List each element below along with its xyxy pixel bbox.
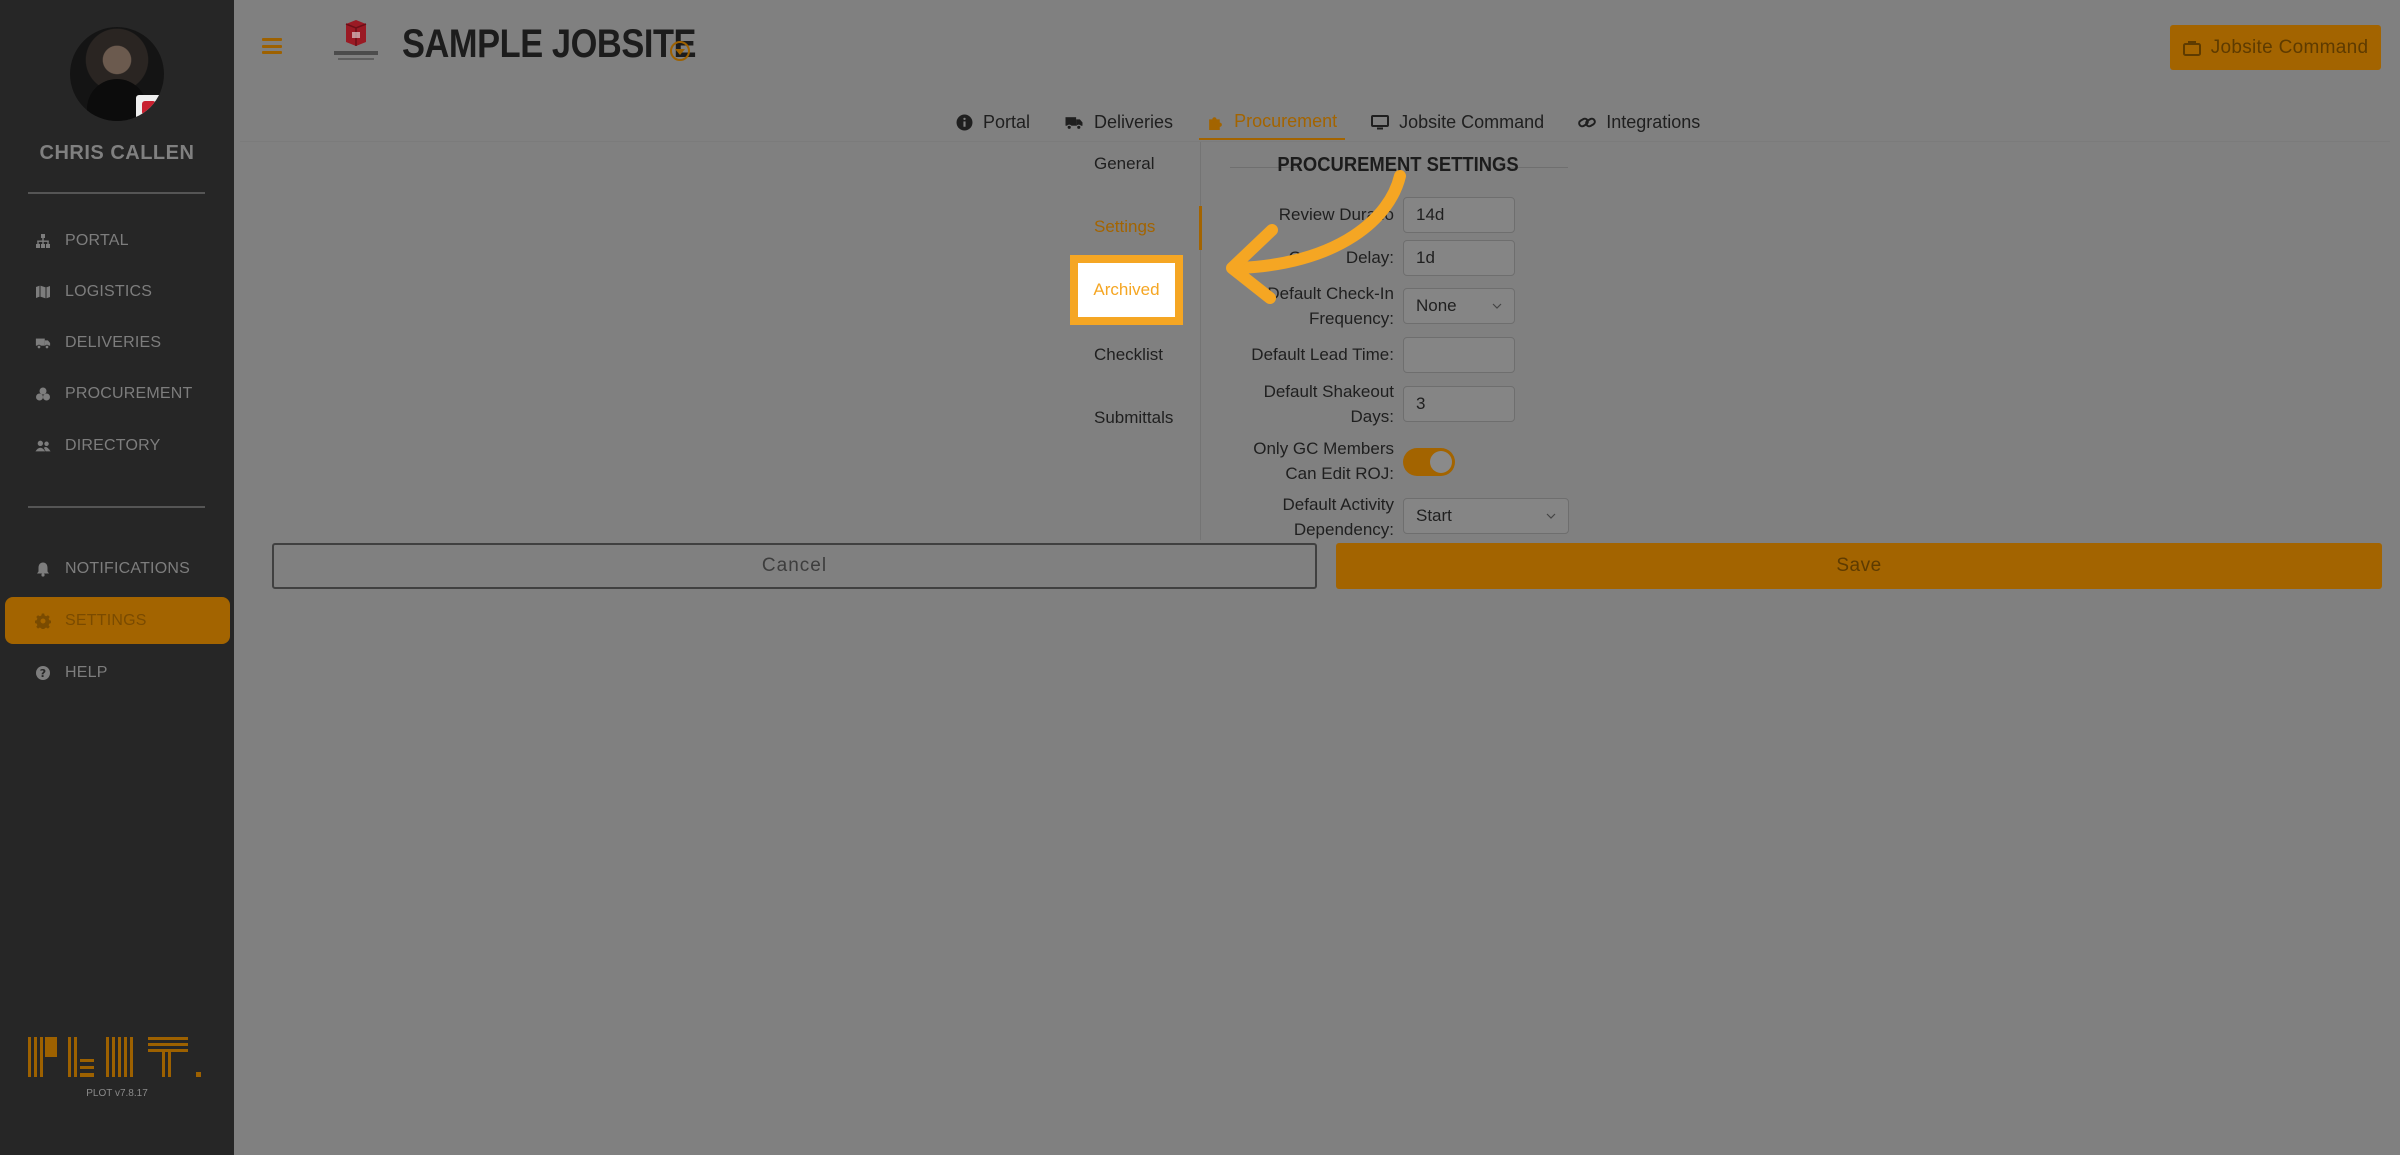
users-icon: [35, 438, 51, 454]
sitemap-icon: [35, 233, 51, 249]
company-badge-icon: [136, 95, 162, 121]
label-line: Dependency:: [1293, 520, 1394, 539]
gc-edit-roj-toggle[interactable]: [1403, 448, 1455, 476]
tab-label: Jobsite Command: [1399, 111, 1545, 132]
annotation-arrow-icon: [1226, 170, 1406, 304]
tabs-divider: [240, 141, 2390, 142]
tab-label: Deliveries: [1094, 111, 1174, 132]
subnav-divider: [1200, 142, 1201, 540]
sidebar-item-label: PORTAL: [65, 231, 129, 249]
gear-icon: [35, 613, 51, 629]
save-button[interactable]: Save: [1336, 543, 2382, 589]
sidebar-divider: [28, 506, 205, 508]
briefcase-icon: [2182, 40, 2201, 56]
sidebar-item-label: LOGISTICS: [65, 282, 153, 300]
sidebar-item-deliveries[interactable]: DELIVERIES: [5, 319, 230, 366]
hamburger-menu-icon[interactable]: [262, 38, 282, 54]
subnav-archived-label: Archived: [1093, 280, 1160, 299]
lead-time-label: Default Lead Time:: [1251, 345, 1394, 364]
subnav-submittals[interactable]: Submittals: [1094, 408, 1173, 428]
subnav-active-marker: [1199, 206, 1202, 250]
label-line: Default Shakeout: [1263, 382, 1394, 401]
label-line: Days:: [1350, 407, 1394, 426]
sidebar-item-procurement[interactable]: PROCUREMENT: [5, 370, 230, 417]
cancel-button[interactable]: Cancel: [272, 543, 1317, 589]
jobsite-dropdown-icon[interactable]: [670, 41, 690, 61]
map-icon: [35, 284, 51, 300]
tab-procurement[interactable]: Procurement: [1199, 104, 1346, 140]
subnav-settings[interactable]: Settings: [1094, 217, 1155, 237]
app-version: PLOT v7.8.17: [86, 1088, 148, 1099]
sidebar-item-logistics[interactable]: LOGISTICS: [5, 268, 230, 315]
sidebar-item-label: SETTINGS: [65, 611, 147, 629]
sidebar-item-label: PROCUREMENT: [65, 384, 193, 402]
select-value: None: [1416, 296, 1457, 315]
gc-edit-roj-label: Only GC Members Can Edit ROJ:: [1234, 436, 1394, 486]
shakeout-days-label: Default Shakeout Days:: [1234, 379, 1394, 429]
subnav-checklist[interactable]: Checklist: [1094, 345, 1163, 365]
sidebar: CHRIS CALLEN PORTAL LOGISTICS DELIVERIES…: [0, 0, 234, 1155]
truck-icon: [1064, 114, 1084, 131]
chevron-down-icon: [1546, 511, 1556, 521]
tab-label: Procurement: [1234, 110, 1338, 131]
subnav-general[interactable]: General: [1094, 154, 1154, 174]
sidebar-divider: [28, 192, 205, 194]
bell-icon: [35, 561, 51, 577]
label-line: Default Activity: [1282, 495, 1395, 514]
tab-integrations[interactable]: Integrations: [1570, 104, 1708, 140]
shakeout-days-input[interactable]: 3: [1403, 386, 1515, 422]
tab-jobsite-command[interactable]: Jobsite Command: [1363, 104, 1552, 140]
truck-icon: [35, 335, 51, 351]
tab-portal[interactable]: Portal: [948, 104, 1038, 140]
info-icon: [956, 114, 973, 131]
chevron-down-icon: [1492, 301, 1502, 311]
label-line: Only GC Members: [1253, 439, 1394, 458]
sidebar-item-portal[interactable]: PORTAL: [5, 217, 230, 264]
select-value: Start: [1416, 506, 1452, 525]
jobsite-command-label: Jobsite Command: [2210, 36, 2369, 58]
tab-deliveries[interactable]: Deliveries: [1056, 104, 1181, 140]
jobsite-command-button[interactable]: Jobsite Command: [2170, 25, 2381, 70]
svg-text:?: ?: [40, 667, 47, 680]
plot-logo-icon: [28, 1037, 201, 1077]
label-line: Can Edit ROJ:: [1285, 464, 1394, 483]
sidebar-item-label: DIRECTORY: [65, 436, 161, 454]
tab-label: Portal: [983, 111, 1031, 132]
subnav-archived[interactable]: Archived: [1070, 255, 1183, 325]
sidebar-item-directory[interactable]: DIRECTORY: [5, 422, 230, 469]
link-icon: [1578, 114, 1596, 131]
sidebar-item-label: HELP: [65, 663, 108, 681]
top-tabs: Portal Deliveries Procurement Jobsite Co…: [948, 104, 1726, 140]
page-title: SAMPLE JOBSITE: [402, 22, 697, 66]
sidebar-item-label: NOTIFICATIONS: [65, 559, 190, 577]
sidebar-item-settings[interactable]: SETTINGS: [5, 597, 230, 644]
label-line: Frequency:: [1308, 309, 1394, 328]
activity-dependency-select[interactable]: Start: [1403, 498, 1569, 534]
sidebar-item-label: DELIVERIES: [65, 333, 162, 351]
user-name: CHRIS CALLEN: [39, 142, 195, 164]
lead-time-input[interactable]: [1403, 337, 1515, 373]
puzzle-icon: [35, 386, 51, 402]
sidebar-item-help[interactable]: ? HELP: [5, 649, 230, 696]
question-icon: ?: [35, 665, 51, 681]
monitor-icon: [1371, 114, 1390, 131]
sidebar-item-notifications[interactable]: NOTIFICATIONS: [5, 545, 230, 592]
avatar[interactable]: [70, 27, 164, 121]
jobsite-logo-icon: [334, 20, 378, 60]
puzzle-icon: [1207, 113, 1224, 130]
tab-label: Integrations: [1606, 111, 1701, 132]
activity-dependency-label: Default Activity Dependency:: [1234, 492, 1395, 542]
